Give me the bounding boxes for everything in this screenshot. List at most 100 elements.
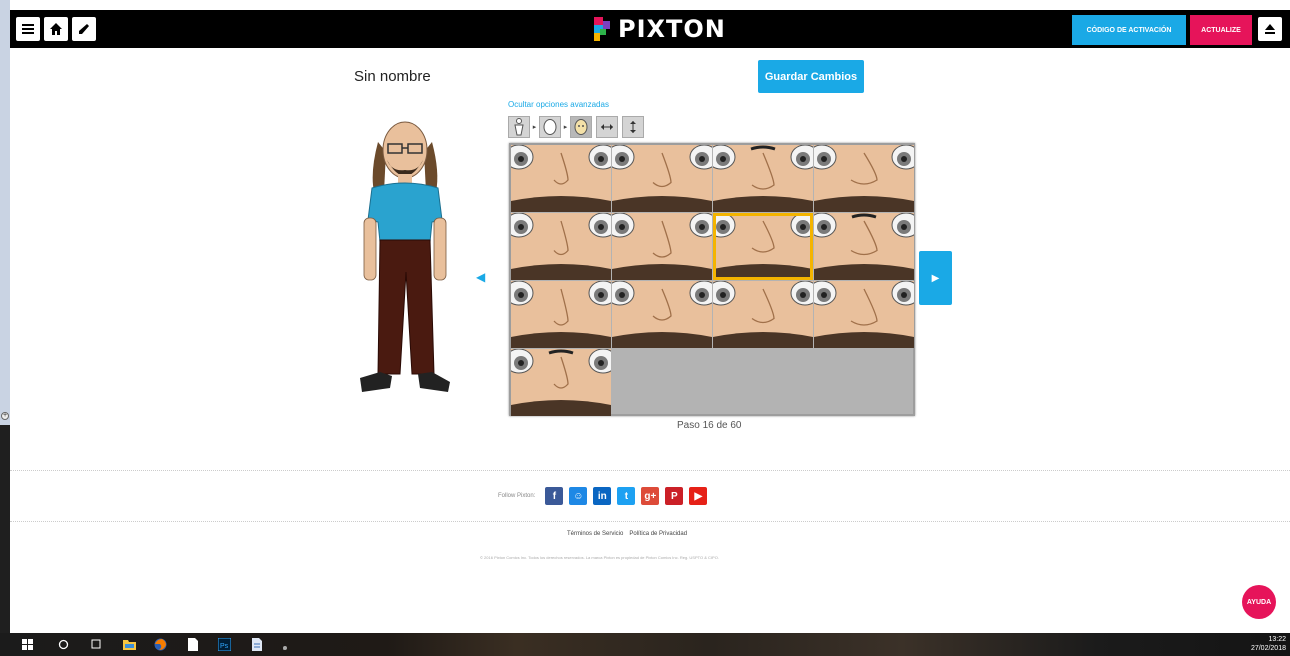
crumb-height[interactable]	[622, 116, 644, 138]
body-icon	[514, 118, 524, 136]
document-icon	[188, 637, 198, 651]
editor-breadcrumb: ▸ ▸	[508, 116, 644, 138]
hamburger-icon	[22, 24, 34, 34]
follow-label: Follow Pixton:	[498, 493, 536, 499]
divider	[10, 470, 1290, 471]
hide-advanced-options-link[interactable]: Ocultar opciones avanzadas	[508, 100, 609, 109]
windows-taskbar: Ps 13:22 27/02/2018	[0, 633, 1290, 656]
pencil-icon	[79, 24, 89, 34]
nose-preview-icon	[713, 145, 813, 212]
linkedin-icon[interactable]: in	[593, 487, 612, 505]
cortana-circle-icon	[58, 639, 68, 649]
nose-option[interactable]	[511, 349, 611, 416]
google-plus-icon[interactable]: g+	[641, 487, 660, 505]
edit-button[interactable]	[72, 17, 96, 41]
step-counter: Paso 16 de 60	[677, 420, 742, 431]
firefox-icon	[154, 638, 166, 650]
nose-option[interactable]	[612, 281, 712, 348]
privacy-link[interactable]: Política de Privacidad	[629, 531, 687, 537]
nose-option[interactable]	[814, 213, 914, 280]
character-name[interactable]: Sin nombre	[354, 68, 431, 85]
task-view-icon	[91, 639, 101, 649]
crumb-body[interactable]	[508, 116, 530, 138]
file-lines-icon	[252, 637, 262, 651]
photoshop-button[interactable]: Ps	[217, 637, 231, 651]
browser-side-strip: +	[0, 0, 10, 633]
social-links: f ☺ in t g+ P ▶	[545, 487, 708, 505]
activation-code-button[interactable]: CÓDIGO DE ACTIVACIÓN	[1072, 15, 1186, 45]
face-icon	[574, 119, 588, 135]
eject-icon	[1265, 24, 1275, 34]
nose-option[interactable]	[612, 213, 712, 280]
next-step-button[interactable]: ▶	[919, 251, 952, 305]
nose-option[interactable]	[814, 281, 914, 348]
search-taskbar-button[interactable]	[56, 637, 70, 651]
zoom-plus-icon[interactable]: +	[1, 412, 9, 420]
nose-option[interactable]	[713, 145, 813, 212]
menu-button[interactable]	[16, 17, 40, 41]
previous-step-button[interactable]: ◀	[476, 270, 485, 284]
pixton-logo[interactable]: PIXTON	[592, 15, 726, 43]
nose-option[interactable]	[511, 145, 611, 212]
nose-preview-icon	[814, 281, 914, 348]
copyright-text: © 2016 Pixton Comics Inc. Todos los dere…	[480, 555, 719, 560]
nose-option[interactable]	[814, 145, 914, 212]
terms-link[interactable]: Términos de Servicio	[567, 531, 623, 537]
crumb-face[interactable]	[570, 116, 592, 138]
save-changes-button[interactable]: Guardar Cambios	[758, 60, 864, 93]
character-preview	[360, 121, 450, 392]
start-button[interactable]	[20, 637, 34, 651]
logout-button[interactable]	[1258, 17, 1282, 41]
file-explorer-button[interactable]	[122, 637, 136, 651]
nose-preview-icon	[612, 281, 712, 348]
windows-logo-icon	[21, 638, 33, 650]
notes-button[interactable]	[250, 637, 264, 651]
nose-option[interactable]	[713, 281, 813, 348]
nose-preview-icon	[511, 349, 611, 416]
crumb-width[interactable]	[596, 116, 618, 138]
youtube-icon[interactable]: ▶	[689, 487, 708, 505]
brush-icon	[282, 638, 294, 650]
divider	[10, 521, 1290, 522]
nose-preview-icon	[511, 213, 611, 280]
system-clock[interactable]: 13:22 27/02/2018	[1251, 635, 1286, 653]
clock-date: 27/02/2018	[1250, 645, 1286, 652]
nose-preview-icon	[713, 213, 813, 280]
task-view-button[interactable]	[89, 637, 103, 651]
width-icon	[601, 124, 613, 130]
facebook-icon[interactable]: f	[545, 487, 564, 505]
nose-preview-icon	[612, 145, 712, 212]
pinterest-icon[interactable]: P	[665, 487, 684, 505]
legal-links: Términos de Servicio Política de Privaci…	[567, 531, 687, 537]
photoshop-icon: Ps	[217, 637, 231, 651]
follow-bar: Follow Pixton: f ☺ in t g+ P ▶	[498, 485, 708, 507]
nose-preview-icon	[814, 145, 914, 212]
logo-text: PIXTON	[618, 15, 726, 43]
nose-preview-icon	[612, 213, 712, 280]
messenger-icon[interactable]: ☺	[569, 487, 588, 505]
upgrade-button[interactable]: ACTUALIZE	[1190, 15, 1252, 45]
home-button[interactable]	[44, 17, 68, 41]
twitter-icon[interactable]: t	[617, 487, 636, 505]
top-bar: PIXTON CÓDIGO DE ACTIVACIÓN ACTUALIZE	[10, 10, 1290, 48]
nose-preview-icon	[511, 145, 611, 212]
firefox-button[interactable]	[153, 637, 167, 651]
nose-option[interactable]	[511, 213, 611, 280]
svg-text:Ps: Ps	[220, 643, 229, 650]
screen: + PIXTON CÓDIGO DE ACTIVACIÓN ACTUALIZE	[0, 0, 1290, 656]
nose-option[interactable]	[612, 145, 712, 212]
clock-time: 13:22	[1268, 636, 1286, 643]
nose-option[interactable]	[713, 213, 813, 280]
folder-icon	[122, 639, 136, 650]
crumb-head[interactable]	[539, 116, 561, 138]
paint-button[interactable]	[281, 637, 295, 651]
nose-option[interactable]	[511, 281, 611, 348]
document-button[interactable]	[186, 637, 200, 651]
nose-preview-icon	[814, 213, 914, 280]
head-icon	[543, 119, 557, 135]
nose-options-grid	[509, 143, 915, 416]
help-button[interactable]: AYUDA	[1242, 585, 1276, 619]
nose-preview-icon	[511, 281, 611, 348]
height-icon	[630, 121, 636, 133]
home-icon	[50, 23, 62, 35]
